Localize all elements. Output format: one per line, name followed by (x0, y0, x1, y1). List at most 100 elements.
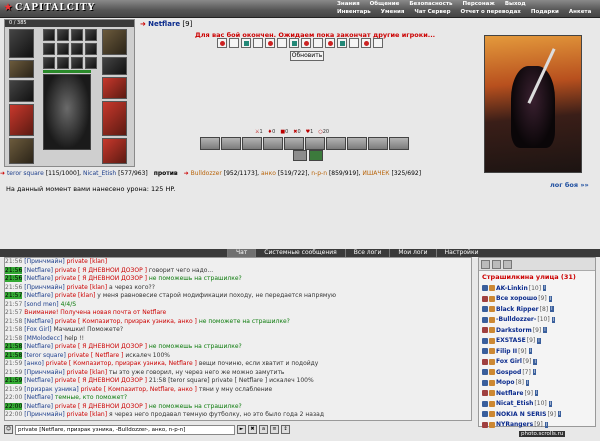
chat-author[interactable]: [teror square] (24, 352, 66, 359)
rune-slot[interactable] (43, 43, 55, 55)
roster-name[interactable]: Nicat_Etish (496, 400, 533, 407)
roster-name[interactable]: Моро (496, 379, 515, 386)
roster-item[interactable]: Black Ripper [8] i (479, 304, 595, 315)
chat-private[interactable]: private [ Я ДНЕВНОЙ ДОЗОР ] (55, 377, 147, 384)
amulet-slot[interactable] (9, 60, 34, 78)
chat-time[interactable]: 21:58 (5, 343, 23, 350)
info-icon[interactable]: i (533, 358, 537, 365)
roster-item[interactable]: AK-Linkin [10] i (479, 283, 595, 294)
info-icon[interactable]: i (548, 400, 553, 407)
roster-name[interactable]: Black Ripper (496, 306, 539, 313)
roster-name[interactable]: -Bulldozzer- (496, 316, 536, 323)
info-icon[interactable]: i (528, 348, 533, 355)
chat-private[interactable]: private [ Компазитор, Netflare, анко ] (81, 386, 197, 393)
chat-input[interactable] (15, 424, 235, 435)
chat-time[interactable]: 22:00 (5, 394, 22, 401)
effect-icon[interactable] (313, 38, 323, 48)
boots-slot[interactable] (102, 138, 127, 164)
chat-time[interactable]: 21:59 (5, 369, 22, 376)
effect-icon[interactable] (277, 38, 287, 48)
chat-private[interactable]: private [ Я ДНЕВНОЙ ДОЗОР ] (55, 343, 147, 350)
tab-system[interactable]: Системные сообщения (255, 249, 344, 257)
effect-icon[interactable] (253, 38, 263, 48)
earrings-slot[interactable] (102, 29, 127, 55)
roster-name[interactable]: Filip II (496, 348, 517, 355)
chat-author[interactable]: [Netflare] (24, 394, 53, 401)
leggings-slot[interactable] (102, 101, 127, 136)
chat-time[interactable]: 21:56 (5, 284, 22, 291)
chat-time[interactable]: 21:56 (5, 266, 23, 274)
chat-author[interactable]: [анко] (24, 360, 44, 367)
tab-all-logs[interactable]: Все логи (344, 249, 390, 257)
action-button[interactable] (263, 137, 283, 150)
effect-icon[interactable] (241, 38, 251, 48)
roster-name[interactable]: NOKIA N SERIS (496, 411, 546, 418)
team2-member[interactable]: ИШАЧЕК (362, 170, 389, 177)
effect-icon[interactable] (325, 38, 335, 48)
menu-inventory[interactable]: Инвентарь (337, 9, 371, 15)
action-button[interactable] (368, 137, 388, 150)
ring-slot[interactable] (57, 29, 69, 41)
menu-gifts[interactable]: Подарки (531, 9, 559, 15)
chat-private[interactable]: private [klan] (55, 292, 95, 299)
belt-slot[interactable] (9, 138, 34, 164)
filter-button[interactable]: ≡ (270, 425, 279, 434)
chat-time[interactable]: 21:58 (5, 318, 22, 325)
effect-icon[interactable] (361, 38, 371, 48)
rune-slot[interactable] (85, 57, 97, 69)
roster-item[interactable]: Gospod [7] i (479, 367, 595, 378)
menu-skills[interactable]: Умения (381, 9, 405, 15)
roster-item[interactable]: Darkstorm [9] i (479, 325, 595, 336)
weapon-slot[interactable] (9, 80, 34, 102)
chat-private[interactable]: private [ Я ДНЕВНОЙ ДОЗОР ] (55, 403, 147, 410)
chat-author[interactable]: [Netflare] (24, 343, 53, 350)
roster-name[interactable]: Gospod (496, 369, 521, 376)
chat-time[interactable]: 21:59 (5, 386, 22, 393)
chat-private[interactable]: private [klan] (67, 258, 107, 265)
info-icon[interactable]: i (543, 327, 547, 334)
smiley-button[interactable]: ☺ (4, 425, 13, 434)
menu-transfer-report[interactable]: Отчет о переводах (461, 9, 521, 15)
info-icon[interactable]: i (526, 379, 530, 386)
chat-author[interactable]: [Netflare] (24, 267, 53, 274)
chat-private[interactable]: private [ Компазитор, призрак узника, Ne… (46, 360, 197, 367)
rune-slot[interactable] (85, 29, 97, 41)
team2-member[interactable]: n-p-n (311, 170, 327, 177)
chat-private[interactable]: private [ Я ДНЕВНОЙ ДОЗОР ] (55, 275, 147, 282)
helmet-slot[interactable] (9, 29, 34, 58)
menu-communication[interactable]: Общение (370, 1, 400, 7)
info-icon[interactable]: i (544, 421, 549, 428)
chat-time[interactable]: 21:57 (5, 292, 23, 299)
chat-author[interactable]: [Netflare] (24, 403, 53, 410)
rune-slot[interactable] (43, 57, 55, 69)
rune-slot[interactable] (57, 43, 69, 55)
filter-icon[interactable] (503, 259, 512, 269)
roster-item[interactable]: EXSTASE [9] i (479, 336, 595, 347)
translit-button[interactable]: a (259, 425, 268, 434)
chat-time[interactable]: 21:59 (5, 377, 23, 384)
roster-name[interactable]: Darkstorm (496, 327, 532, 334)
menu-exit[interactable]: Выход (505, 1, 526, 7)
team1-member[interactable]: Nicat_Etish (83, 170, 116, 177)
chat-log[interactable]: 21:56 [Принчмайн] private [klan] 21:56 [Ne… (4, 257, 472, 421)
chat-private[interactable]: private [ Я ДНЕВНОЙ ДОЗОР ] (55, 267, 147, 274)
menu-character[interactable]: Персонаж (463, 1, 495, 7)
menu-profile[interactable]: Анкета (569, 9, 591, 15)
chat-author[interactable]: [Принчмайн] (24, 284, 64, 291)
chat-author[interactable]: [Принчмайн] (24, 258, 64, 265)
roster-name[interactable]: Netflare (496, 390, 523, 397)
chat-time[interactable]: 21:57 (5, 301, 22, 308)
chat-author[interactable]: [Принчмайн] (24, 369, 64, 376)
roster-item[interactable]: -Bulldozzer- [10] i (479, 315, 595, 326)
chat-author[interactable]: [Netflare] (24, 292, 53, 299)
menu-knowledge[interactable]: Знания (337, 1, 360, 7)
effect-icon[interactable] (373, 38, 383, 48)
chat-author[interactable]: [Netflare] (24, 377, 53, 384)
chat-private[interactable]: private [klan] (67, 411, 107, 418)
chat-time[interactable]: 21:58 (5, 335, 22, 342)
refresh-button[interactable]: Обновить (290, 51, 324, 61)
rune-slot[interactable] (85, 43, 97, 55)
effect-icon[interactable] (229, 38, 239, 48)
chat-time[interactable]: 21:58 (5, 326, 22, 333)
rune-slot[interactable] (71, 43, 83, 55)
